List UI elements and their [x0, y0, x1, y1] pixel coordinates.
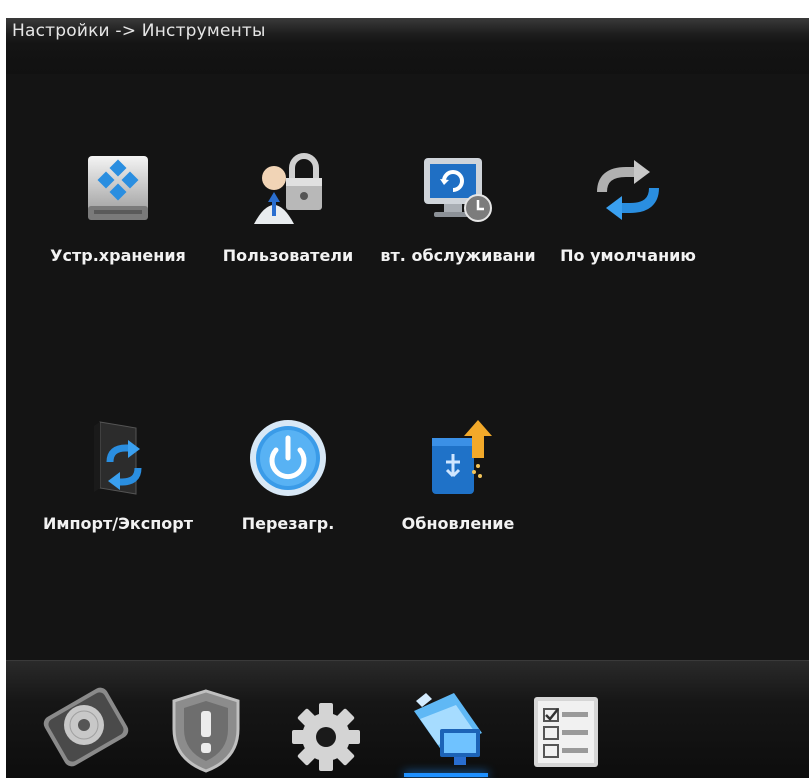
title-bar: Настройки -> Инструменты [6, 18, 809, 45]
disk-icon [43, 687, 129, 767]
info-checklist-icon [534, 697, 598, 767]
tools-icon [414, 693, 482, 765]
tab-settings[interactable] [276, 681, 376, 777]
breadcrumb-title: Настройки -> Инструменты [12, 21, 266, 41]
tool-label: вт. обслуживани [380, 246, 536, 265]
users-lock-icon [254, 153, 322, 224]
tool-label: Устр.хранения [50, 246, 186, 265]
tools-window: Настройки -> Инструменты Устр.хранения П… [6, 18, 809, 778]
tool-label: Обновление [401, 514, 515, 533]
tab-info[interactable] [516, 681, 616, 777]
alarm-shield-icon [172, 689, 240, 773]
tool-users[interactable]: Пользователи [203, 148, 373, 298]
reboot-icon [250, 420, 326, 496]
tool-label: По умолчанию [560, 246, 696, 265]
tool-label: Перезагр. [241, 514, 335, 533]
tool-label: Импорт/Экспорт [43, 514, 193, 533]
defaults-reset-icon [597, 160, 659, 220]
storage-icon [88, 156, 148, 220]
import-export-icon [94, 421, 142, 495]
settings-gear-icon [292, 703, 360, 771]
tab-disk[interactable] [36, 681, 136, 777]
tool-reboot[interactable]: Перезагр. [203, 416, 373, 566]
tool-defaults[interactable]: По умолчанию [543, 148, 713, 298]
title-bar-shadow [6, 44, 809, 74]
tab-tools[interactable] [396, 681, 496, 777]
update-usb-icon [432, 420, 492, 494]
tool-storage[interactable]: Устр.хранения [33, 148, 203, 298]
tool-update[interactable]: Обновление [373, 416, 543, 566]
auto-maintenance-icon [424, 158, 492, 222]
tab-alarm[interactable] [156, 681, 256, 777]
bottom-menu-bar [6, 660, 809, 778]
tool-import-export[interactable]: Импорт/Экспорт [33, 416, 203, 566]
tool-label: Пользователи [222, 246, 354, 265]
tool-auto-maintenance[interactable]: вт. обслуживани [373, 148, 543, 298]
